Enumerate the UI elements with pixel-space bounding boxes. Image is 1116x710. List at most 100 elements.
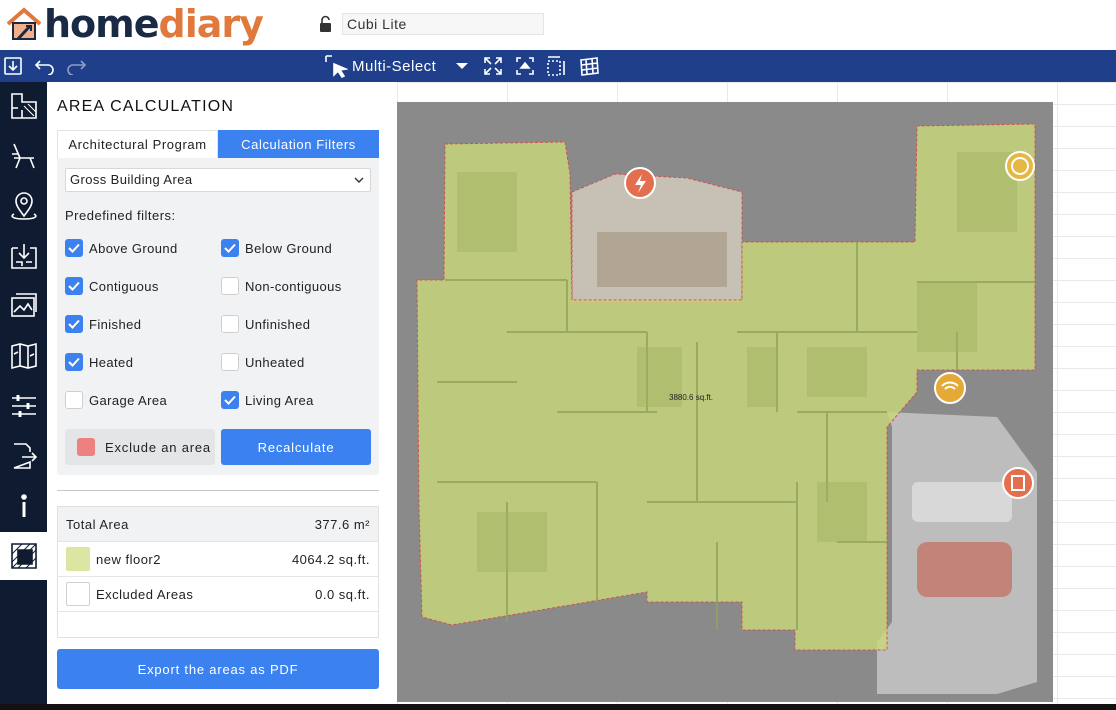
home-diary-logo[interactable]: home diary	[4, 2, 264, 46]
sidebar-item-furniture[interactable]	[0, 132, 47, 180]
excluded-areas-row[interactable]: Excluded Areas 0.0 sq.ft.	[58, 577, 378, 612]
car-shape	[917, 542, 1012, 597]
chevron-down-icon	[354, 169, 364, 199]
house-logo-icon	[6, 7, 42, 41]
excluded-areas-value: 0.0 sq.ft.	[315, 586, 370, 602]
exclude-swatch	[77, 438, 95, 456]
floor-area-label: new floor2	[96, 551, 161, 567]
checkbox-checked-icon	[65, 239, 83, 257]
garage-floor	[912, 482, 1012, 522]
cursor-select-icon	[325, 55, 348, 78]
filter-unfinished[interactable]: Unfinished	[221, 314, 310, 334]
checkbox-checked-icon	[221, 391, 239, 409]
excluded-color-swatch[interactable]	[66, 582, 90, 606]
grid-button[interactable]	[578, 54, 600, 78]
divider	[57, 490, 379, 491]
total-area-row: Total Area 377.6 m²	[58, 507, 378, 542]
sidebar-item-info[interactable]	[0, 482, 47, 530]
sidebar-item-map-book[interactable]	[0, 332, 47, 380]
filter-living-area[interactable]: Living Area	[221, 390, 314, 410]
sidebar-item-location[interactable]	[0, 182, 47, 230]
chair-icon	[11, 143, 35, 169]
area-calculation-icon	[10, 543, 37, 569]
gallery-icon	[10, 293, 37, 317]
electric-marker[interactable]	[624, 167, 656, 199]
tab-architectural-program[interactable]: Architectural Program	[57, 130, 218, 158]
checkbox-checked-icon	[65, 315, 83, 333]
filter-label: Contiguous	[89, 278, 159, 294]
bottom-edge	[0, 704, 1116, 710]
filter-label: Unfinished	[245, 316, 311, 332]
filter-label: Unheated	[245, 354, 305, 370]
hvac-marker[interactable]	[1005, 151, 1035, 181]
area-calculation-panel: AREA CALCULATION Architectural Program C…	[47, 82, 397, 710]
filter-label: Garage Area	[89, 392, 168, 408]
area-type-select[interactable]: Gross Building Area	[65, 168, 371, 192]
filters-box: Architectural Program Calculation Filter…	[57, 130, 379, 475]
sidebar-item-area-calculation[interactable]	[0, 532, 47, 580]
sidebar-item-settings[interactable]	[0, 382, 47, 430]
filter-non-contiguous[interactable]: Non-contiguous	[221, 276, 342, 296]
info-icon	[20, 494, 27, 517]
unlock-icon[interactable]	[318, 15, 334, 33]
app-header: home diary Cubi Lite	[0, 0, 1116, 50]
logo-home-text: home	[44, 2, 160, 46]
download-icon	[4, 57, 22, 75]
wifi-marker[interactable]	[934, 372, 966, 404]
left-icon-sidebar	[0, 82, 47, 710]
sidebar-item-export[interactable]	[0, 432, 47, 480]
project-name-field[interactable]: Cubi Lite	[342, 13, 544, 35]
checkbox-checked-icon	[221, 239, 239, 257]
filter-unheated[interactable]: Unheated	[221, 352, 305, 372]
fit-view-button[interactable]	[482, 54, 504, 78]
expand-icon	[484, 57, 502, 75]
floorplan-icon	[10, 93, 37, 119]
checkbox-unchecked-icon	[221, 353, 239, 371]
filter-contiguous[interactable]: Contiguous	[65, 276, 159, 296]
map-pin-icon	[10, 192, 37, 220]
redo-icon	[67, 60, 87, 75]
floor-color-swatch[interactable]	[66, 547, 90, 571]
sidebar-item-gallery[interactable]	[0, 282, 47, 330]
floor-area-value: 4064.2 sq.ft.	[291, 551, 370, 567]
multiselect-button[interactable]: Multi-Select	[324, 54, 444, 78]
floor-area-row[interactable]: new floor2 4064.2 sq.ft.	[58, 542, 378, 577]
exclude-area-button[interactable]: Exclude an area	[65, 429, 215, 465]
sidebar-item-import[interactable]	[0, 232, 47, 280]
filter-below-ground[interactable]: Below Ground	[221, 238, 332, 258]
filter-above-ground[interactable]: Above Ground	[65, 238, 178, 258]
import-icon	[10, 244, 37, 269]
recalculate-button[interactable]: Recalculate	[221, 429, 371, 465]
appliance-marker[interactable]	[1002, 467, 1034, 499]
export-pdf-button[interactable]: Export the areas as PDF	[57, 649, 379, 689]
filter-heated[interactable]: Heated	[65, 352, 133, 372]
download-button[interactable]	[2, 54, 24, 78]
total-area-value: 377.6 m²	[314, 516, 370, 532]
floorplan-canvas[interactable]: 3880.6 sq.ft.	[397, 82, 1116, 710]
multiselect-dropdown[interactable]	[452, 54, 472, 78]
excluded-areas-label: Excluded Areas	[96, 586, 194, 602]
undo-button[interactable]	[33, 54, 57, 78]
logo-diary-text: diary	[158, 2, 264, 46]
sliders-icon	[11, 395, 36, 417]
filter-garage-area[interactable]: Garage Area	[65, 390, 167, 410]
filter-finished[interactable]: Finished	[65, 314, 141, 334]
floorplan-view[interactable]	[397, 82, 1116, 710]
area-type-value: Gross Building Area	[70, 172, 193, 187]
filter-label: Finished	[89, 316, 142, 332]
center-view-button[interactable]	[514, 54, 536, 78]
caret-down-icon	[456, 63, 468, 69]
sidebar-item-floorplan[interactable]	[0, 82, 47, 130]
undo-icon	[34, 60, 54, 75]
total-area-label: Total Area	[66, 516, 129, 532]
checkbox-unchecked-icon	[221, 315, 239, 333]
tab-calculation-filters[interactable]: Calculation Filters	[218, 130, 379, 158]
redo-button[interactable]	[64, 54, 88, 78]
filter-label: Above Ground	[89, 240, 178, 256]
checkbox-checked-icon	[65, 277, 83, 295]
focus-icon	[516, 57, 534, 75]
dimension-icon	[547, 56, 565, 76]
room-furniture	[597, 232, 727, 287]
dimension-button[interactable]	[546, 54, 568, 78]
filter-label: Below Ground	[245, 240, 333, 256]
